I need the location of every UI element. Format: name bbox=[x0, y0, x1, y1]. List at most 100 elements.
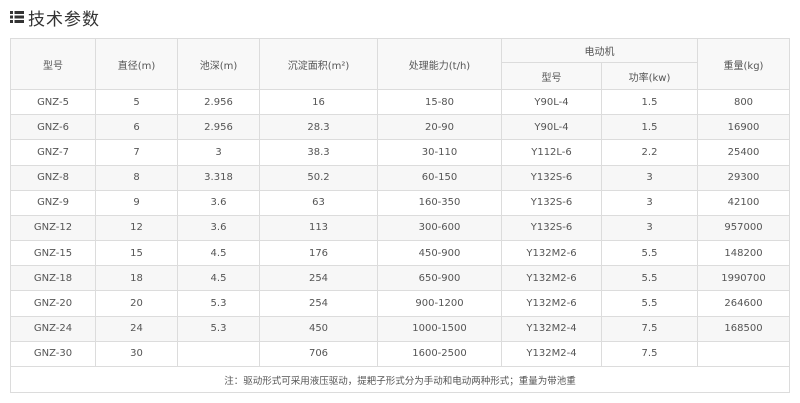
model-cell: GNZ-7 bbox=[10, 139, 96, 166]
weight-cell: 29300 bbox=[697, 164, 790, 191]
capacity-cell: 900-1200 bbox=[377, 290, 502, 317]
motor-power-cell: 2.2 bbox=[601, 139, 698, 166]
depth-cell: 3 bbox=[177, 139, 260, 166]
table-row: GNZ-12 12 3.6 113 300-600 Y132S-6 3 957000 bbox=[10, 214, 790, 242]
table-row: GNZ-8 8 3.318 50.2 60-150 Y132S-6 3 29300 bbox=[10, 164, 790, 191]
weight-cell: 1990700 bbox=[697, 265, 790, 292]
motor-power-cell: 7.5 bbox=[601, 315, 698, 342]
weight-cell: 148200 bbox=[697, 240, 790, 267]
motor-power-cell: 1.5 bbox=[601, 88, 698, 116]
motor-model-cell: Y132M2-6 bbox=[501, 290, 602, 317]
motor-power-cell: 5.5 bbox=[601, 290, 698, 317]
model-cell: GNZ-18 bbox=[10, 265, 96, 292]
motor-power-cell: 7.5 bbox=[601, 340, 698, 368]
table-row: GNZ-20 20 5.3 254 900-1200 Y132M2-6 5.5 264600 bbox=[10, 290, 790, 317]
weight-cell: 16900 bbox=[697, 114, 790, 141]
capacity-cell: 30-110 bbox=[377, 139, 502, 166]
depth-cell bbox=[177, 340, 260, 368]
table-row: GNZ-7 7 3 38.3 30-110 Y112L-6 2.2 25400 bbox=[10, 139, 790, 166]
header-motor: 电动机 bbox=[501, 38, 698, 63]
motor-model-cell: Y132M2-6 bbox=[501, 240, 602, 267]
diameter-cell: 7 bbox=[95, 139, 178, 166]
table-row: GNZ-6 6 2.956 28.3 20-90 Y90L-4 1.5 16900 bbox=[10, 114, 790, 141]
list-icon bbox=[10, 11, 24, 23]
model-cell: GNZ-30 bbox=[10, 340, 96, 368]
diameter-cell: 8 bbox=[95, 164, 178, 191]
page-title: 技术参数 bbox=[28, 9, 100, 30]
model-cell: GNZ-5 bbox=[10, 88, 96, 116]
capacity-cell: 160-350 bbox=[377, 189, 502, 216]
area-cell: 28.3 bbox=[259, 114, 378, 141]
header-capacity: 处理能力(t/h) bbox=[377, 38, 502, 90]
area-cell: 450 bbox=[259, 315, 378, 342]
area-cell: 254 bbox=[259, 290, 378, 317]
area-cell: 38.3 bbox=[259, 139, 378, 166]
diameter-cell: 5 bbox=[95, 88, 178, 116]
weight-cell bbox=[697, 340, 790, 368]
header-motor-power: 功率(kw) bbox=[601, 62, 698, 90]
weight-cell: 957000 bbox=[697, 214, 790, 242]
capacity-cell: 1600-2500 bbox=[377, 340, 502, 368]
header-depth: 池深(m) bbox=[177, 38, 260, 90]
capacity-cell: 60-150 bbox=[377, 164, 502, 191]
table-row: GNZ-5 5 2.956 16 15-80 Y90L-4 1.5 800 bbox=[10, 88, 790, 116]
capacity-cell: 15-80 bbox=[377, 88, 502, 116]
header-area: 沉淀面积(m²) bbox=[259, 38, 378, 90]
diameter-cell: 15 bbox=[95, 240, 178, 267]
table-row: GNZ-18 18 4.5 254 650-900 Y132M2-6 5.5 1990700 bbox=[10, 265, 790, 292]
area-cell: 113 bbox=[259, 214, 378, 242]
diameter-cell: 20 bbox=[95, 290, 178, 317]
capacity-cell: 1000-1500 bbox=[377, 315, 502, 342]
depth-cell: 5.3 bbox=[177, 290, 260, 317]
header-motor-model: 型号 bbox=[501, 62, 602, 90]
area-cell: 706 bbox=[259, 340, 378, 368]
diameter-cell: 30 bbox=[95, 340, 178, 368]
motor-power-cell: 5.5 bbox=[601, 265, 698, 292]
capacity-cell: 650-900 bbox=[377, 265, 502, 292]
spec-table-body: GNZ-5 5 2.956 16 15-80 Y90L-4 1.5 800 GNZ-6 6 2.95… bbox=[10, 88, 790, 368]
table-note: 注：驱动形式可采用液压驱动，提耙子形式分为手动和电动两种形式；重量为带池重 bbox=[10, 366, 790, 393]
section-heading: 技术参数 bbox=[10, 6, 100, 30]
model-cell: GNZ-20 bbox=[10, 290, 96, 317]
area-cell: 63 bbox=[259, 189, 378, 216]
depth-cell: 3.6 bbox=[177, 189, 260, 216]
motor-model-cell: Y132S-6 bbox=[501, 189, 602, 216]
table-row: GNZ-24 24 5.3 450 1000-1500 Y132M2-4 7.5 168500 bbox=[10, 315, 790, 342]
header-model: 型号 bbox=[10, 38, 96, 90]
motor-power-cell: 3 bbox=[601, 189, 698, 216]
model-cell: GNZ-8 bbox=[10, 164, 96, 191]
table-row: GNZ-9 9 3.6 63 160-350 Y132S-6 3 42100 bbox=[10, 189, 790, 216]
motor-model-cell: Y112L-6 bbox=[501, 139, 602, 166]
motor-power-cell: 5.5 bbox=[601, 240, 698, 267]
model-cell: GNZ-12 bbox=[10, 214, 96, 242]
model-cell: GNZ-15 bbox=[10, 240, 96, 267]
spec-table: 型号 直径(m) 池深(m) 沉淀面积(m²) 处理能力(t/h) 电动机 重量… bbox=[10, 38, 790, 393]
weight-cell: 42100 bbox=[697, 189, 790, 216]
header-diameter: 直径(m) bbox=[95, 38, 178, 90]
area-cell: 16 bbox=[259, 88, 378, 116]
motor-model-cell: Y90L-4 bbox=[501, 88, 602, 116]
diameter-cell: 18 bbox=[95, 265, 178, 292]
diameter-cell: 6 bbox=[95, 114, 178, 141]
model-cell: GNZ-24 bbox=[10, 315, 96, 342]
capacity-cell: 450-900 bbox=[377, 240, 502, 267]
table-row: GNZ-15 15 4.5 176 450-900 Y132M2-6 5.5 148200 bbox=[10, 240, 790, 267]
motor-model-cell: Y132S-6 bbox=[501, 214, 602, 242]
area-cell: 254 bbox=[259, 265, 378, 292]
motor-model-cell: Y132S-6 bbox=[501, 164, 602, 191]
header-weight: 重量(kg) bbox=[697, 38, 790, 90]
diameter-cell: 9 bbox=[95, 189, 178, 216]
capacity-cell: 300-600 bbox=[377, 214, 502, 242]
area-cell: 50.2 bbox=[259, 164, 378, 191]
weight-cell: 264600 bbox=[697, 290, 790, 317]
model-cell: GNZ-6 bbox=[10, 114, 96, 141]
motor-model-cell: Y90L-4 bbox=[501, 114, 602, 141]
depth-cell: 5.3 bbox=[177, 315, 260, 342]
area-cell: 176 bbox=[259, 240, 378, 267]
motor-power-cell: 3 bbox=[601, 214, 698, 242]
motor-model-cell: Y132M2-4 bbox=[501, 315, 602, 342]
motor-model-cell: Y132M2-6 bbox=[501, 265, 602, 292]
depth-cell: 3.6 bbox=[177, 214, 260, 242]
depth-cell: 4.5 bbox=[177, 265, 260, 292]
model-cell: GNZ-9 bbox=[10, 189, 96, 216]
